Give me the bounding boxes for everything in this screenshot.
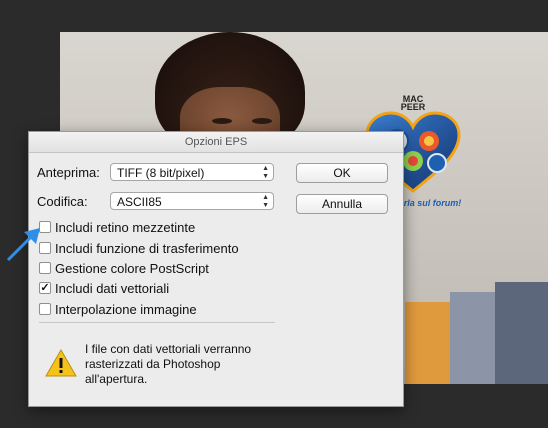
select-arrows-icon: ▲ ▼ (262, 194, 269, 209)
select-arrows-icon: ▲ ▼ (262, 165, 269, 180)
encoding-label: Codifica: (37, 194, 88, 209)
preview-select[interactable]: TIFF (8 bit/pixel) ▲ ▼ (110, 163, 274, 181)
photo-eye-right (252, 118, 272, 124)
warning-message: I file con dati vettoriali verranno rast… (85, 342, 252, 386)
option-label: Interpolazione immagine (55, 302, 197, 317)
warning-icon (45, 349, 77, 377)
checkbox[interactable] (39, 303, 51, 315)
preview-label: Anteprima: (37, 165, 100, 180)
encoding-select-value: ASCII85 (117, 195, 162, 209)
divider (39, 322, 275, 323)
cancel-button[interactable]: Annulla (296, 194, 388, 214)
eps-options-dialog: Opzioni EPS Anteprima: TIFF (8 bit/pixel… (28, 131, 404, 407)
option-label: Includi funzione di trasferimento (55, 241, 239, 256)
pointer-arrow-icon (6, 228, 40, 262)
encoding-select[interactable]: ASCII85 ▲ ▼ (110, 192, 274, 210)
logo-text-peer: PEER (400, 102, 426, 112)
dialog-title: Opzioni EPS (29, 132, 403, 153)
preview-select-value: TIFF (8 bit/pixel) (117, 166, 205, 180)
option-label: Includi retino mezzetinte (55, 220, 196, 235)
option-label: Gestione colore PostScript (55, 261, 209, 276)
ok-button[interactable]: OK (296, 163, 388, 183)
option-label: Includi dati vettoriali (55, 281, 170, 296)
checkbox-checked[interactable]: ✓ (39, 282, 51, 294)
photo-eye-left (212, 118, 232, 124)
shopping-bags (405, 282, 548, 384)
